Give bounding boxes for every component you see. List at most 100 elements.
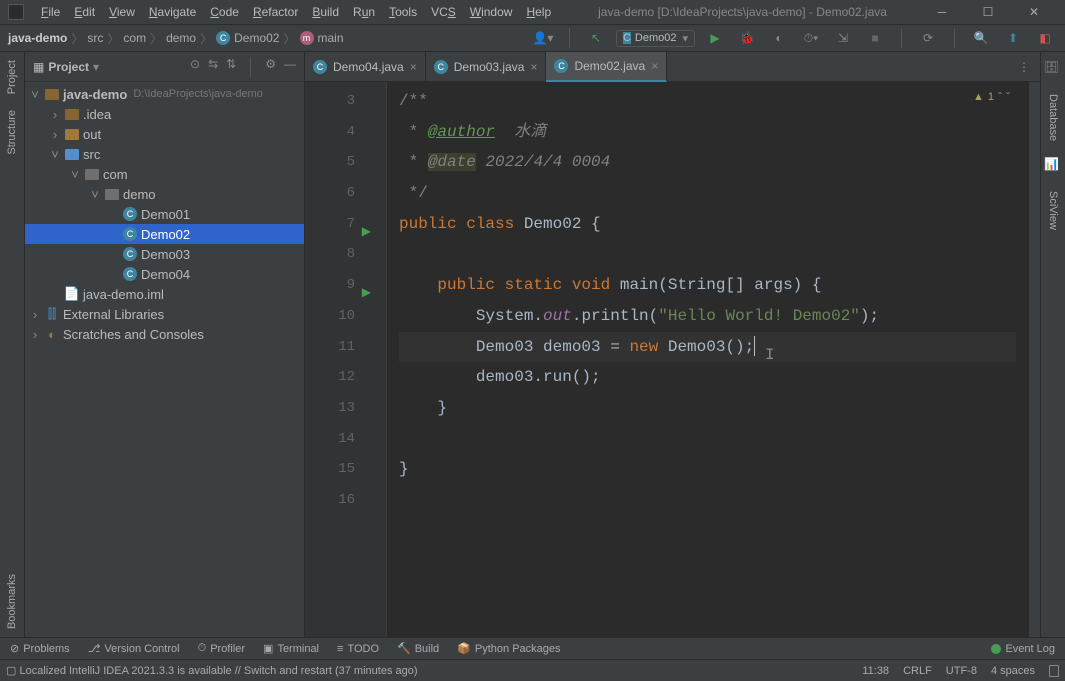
folder-icon <box>65 109 79 120</box>
menu-code[interactable]: Code <box>203 3 246 21</box>
select-open-file-icon[interactable]: ⊙ <box>190 57 200 77</box>
tree-scratch[interactable]: Scratches and Consoles <box>63 327 204 342</box>
tree-demo04[interactable]: Demo04 <box>141 267 190 282</box>
close-icon[interactable]: × <box>530 60 537 74</box>
tab-label: Demo03.java <box>454 60 525 74</box>
tool-event-log[interactable]: Event Log <box>991 643 1055 655</box>
line-gutter[interactable]: 3 4 5 6 7▶ 8 9▶ 10 11 12 13 14 15 16 <box>305 82 375 637</box>
menu-edit[interactable]: Edit <box>67 3 102 21</box>
run-gutter-icon[interactable]: ▶ <box>362 217 371 248</box>
fold-gutter[interactable] <box>375 82 387 637</box>
menu-file[interactable]: File <box>34 3 67 21</box>
collapse-all-icon[interactable]: ⇅ <box>226 57 236 77</box>
left-tool-strip: Project Structure Bookmarks <box>0 52 25 637</box>
tool-terminal[interactable]: ▣Terminal <box>263 642 319 655</box>
sync-button[interactable]: ⬆ <box>1001 26 1025 50</box>
project-title[interactable]: Project <box>48 60 89 74</box>
class-icon: C <box>434 60 448 74</box>
tab-demo03[interactable]: C Demo03.java × <box>426 52 547 82</box>
debug-button[interactable]: 🐞 <box>735 26 759 50</box>
more-tabs-icon[interactable]: ⋮ <box>1008 60 1040 74</box>
project-dropdown-icon[interactable]: ▦ <box>33 60 44 74</box>
tool-bookmarks-tab[interactable]: Bookmarks <box>4 566 20 637</box>
tree-out[interactable]: out <box>83 127 101 142</box>
search-button[interactable]: 🔍 <box>969 26 993 50</box>
coverage-button[interactable]: ◐ <box>767 26 791 50</box>
tree-demo02[interactable]: Demo02 <box>141 227 190 242</box>
tool-structure-tab[interactable]: Structure <box>4 102 20 163</box>
menu-help[interactable]: Help <box>519 3 558 21</box>
database-icon[interactable]: 🗄 <box>1044 60 1062 78</box>
tool-vcs[interactable]: ⎇Version Control <box>88 642 180 655</box>
expand-all-icon[interactable]: ⇆ <box>208 57 218 77</box>
settings-icon[interactable]: ⚙ <box>265 57 276 77</box>
tree-root[interactable]: java-demo <box>63 87 127 102</box>
profile-button[interactable]: ⏱▾ <box>799 26 823 50</box>
menu-refactor[interactable]: Refactor <box>246 3 305 21</box>
code-line-7: Demo02 { <box>524 215 601 233</box>
hide-icon[interactable]: — <box>284 57 296 77</box>
menu-tools[interactable]: Tools <box>382 3 424 21</box>
run-config-dropdown[interactable]: C Demo02 ▾ <box>616 30 695 47</box>
tree-demo03[interactable]: Demo03 <box>141 247 190 262</box>
code-line-3: /** <box>399 92 428 110</box>
crumb-class[interactable]: Demo02 <box>234 31 279 45</box>
tree-iml[interactable]: java-demo.iml <box>83 287 164 302</box>
code-line-12: demo03.run(); <box>399 368 601 386</box>
close-icon[interactable]: × <box>410 60 417 74</box>
tool-project-tab[interactable]: Project <box>4 52 20 102</box>
sciview-icon[interactable]: 📊 <box>1044 157 1062 175</box>
tool-python-packages[interactable]: 📦Python Packages <box>457 642 560 655</box>
tree-demo01[interactable]: Demo01 <box>141 207 190 222</box>
menu-view[interactable]: View <box>102 3 142 21</box>
add-user-icon[interactable]: 👤▾ <box>531 26 555 50</box>
menu-run[interactable]: Run <box>346 3 382 21</box>
method-icon: m <box>300 31 314 45</box>
menu-build[interactable]: Build <box>305 3 346 21</box>
crumb-demo[interactable]: demo <box>166 31 196 45</box>
update-button[interactable]: ⟳ <box>916 26 940 50</box>
run-gutter-icon[interactable]: ▶ <box>362 278 371 309</box>
project-tool-window: ▦ Project ▾ ⊙ ⇆ ⇅ ⚙ — ˅java-demoD:\IdeaP… <box>25 52 305 637</box>
crumb-src[interactable]: src <box>87 31 103 45</box>
tool-sciview-tab[interactable]: SciView <box>1045 183 1061 238</box>
close-icon[interactable]: × <box>651 59 658 73</box>
menu-window[interactable]: Window <box>463 3 520 21</box>
editor-scrollbar[interactable] <box>1028 82 1040 637</box>
run-button[interactable]: ▶ <box>703 26 727 50</box>
tool-build[interactable]: 🔨Build <box>397 642 439 655</box>
class-icon: C <box>554 59 568 73</box>
text-caret <box>754 336 755 356</box>
back-icon[interactable]: ↖ <box>584 26 608 50</box>
inspection-widget[interactable]: ▲ 1 ˆ ˇ <box>973 90 1010 104</box>
tab-demo04[interactable]: CDemo04.java× <box>305 52 426 82</box>
ide-button[interactable]: ◧ <box>1033 26 1057 50</box>
maximize-button[interactable]: ☐ <box>965 0 1011 25</box>
tree-com[interactable]: com <box>103 167 128 182</box>
crumb-project[interactable]: java-demo <box>8 31 67 45</box>
project-tree[interactable]: ˅java-demoD:\IdeaProjects\java-demo ›.id… <box>25 82 304 637</box>
tab-demo02[interactable]: CDemo02.java× <box>546 52 667 82</box>
code-area[interactable]: /** * @author 水滴 * @date 2022/4/4 0004 *… <box>387 82 1028 637</box>
menu-vcs[interactable]: VCS <box>424 3 463 21</box>
menu-navigate[interactable]: Navigate <box>142 3 203 21</box>
class-icon: C <box>216 31 230 45</box>
tree-extlib[interactable]: External Libraries <box>63 307 164 322</box>
attach-button[interactable]: ⇲ <box>831 26 855 50</box>
warning-count: 1 <box>988 91 994 103</box>
close-button[interactable]: ✕ <box>1011 0 1057 25</box>
tree-idea[interactable]: .idea <box>83 107 111 122</box>
prev-highlight-icon[interactable]: ˆ <box>998 90 1002 104</box>
code-line-5: 2022/4/4 0004 <box>476 153 610 171</box>
tool-database-tab[interactable]: Database <box>1045 86 1061 149</box>
crumb-com[interactable]: com <box>123 31 146 45</box>
tree-demo[interactable]: demo <box>123 187 156 202</box>
stop-button[interactable]: ■ <box>863 26 887 50</box>
minimize-button[interactable]: ─ <box>919 0 965 25</box>
tool-problems[interactable]: ⊘Problems <box>10 642 70 655</box>
crumb-method[interactable]: main <box>318 31 344 45</box>
next-highlight-icon[interactable]: ˇ <box>1006 90 1010 104</box>
tool-profiler[interactable]: ⏱Profiler <box>198 642 245 655</box>
tree-src[interactable]: src <box>83 147 100 162</box>
tool-todo[interactable]: ≡TODO <box>337 643 379 655</box>
